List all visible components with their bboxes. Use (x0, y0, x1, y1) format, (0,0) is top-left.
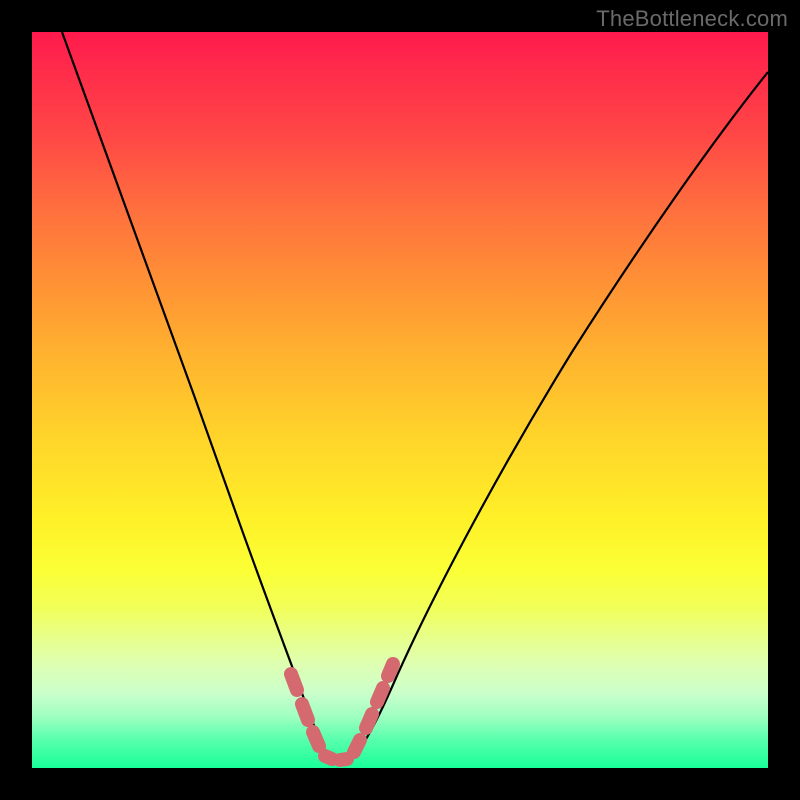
chart-frame: TheBottleneck.com (0, 0, 800, 800)
valley-highlight (291, 664, 393, 760)
chart-plot-area (32, 32, 768, 768)
bottleneck-curve (62, 32, 768, 762)
chart-svg-layer (32, 32, 768, 768)
watermark-text: TheBottleneck.com (596, 6, 788, 32)
